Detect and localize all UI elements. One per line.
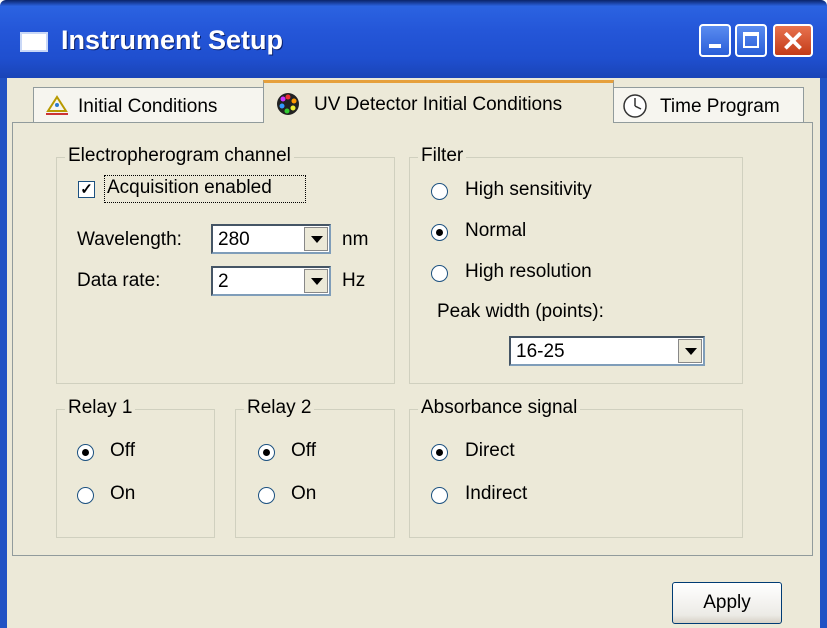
group-title: Filter (418, 145, 467, 167)
checkmark-icon: ✓ (80, 181, 93, 198)
focus-rectangle (104, 175, 306, 203)
window-frame: Initial Conditions UV Detector Initial C… (0, 78, 827, 628)
radio-indirect[interactable] (431, 487, 448, 504)
chevron-down-icon[interactable] (304, 227, 328, 251)
close-icon: ✕ (781, 26, 805, 57)
radio-label-normal[interactable]: Normal (465, 220, 526, 242)
chevron-down-icon[interactable] (304, 269, 328, 293)
radio-selected-dot (436, 449, 443, 456)
acquisition-enabled-checkbox[interactable]: ✓ (78, 181, 95, 198)
radio-label-direct[interactable]: Direct (465, 440, 515, 462)
title-bar[interactable]: Instrument Setup ✕ (0, 0, 827, 78)
relay-2-radio-on[interactable] (258, 487, 275, 504)
radio-high-resolution[interactable] (431, 265, 448, 282)
tab-time-program[interactable]: Time Program (613, 87, 804, 122)
tab-label: Initial Conditions (78, 96, 218, 117)
wavelength-combobox[interactable]: 280 (211, 224, 331, 254)
tab-label: UV Detector Initial Conditions (314, 94, 563, 115)
window-title: Instrument Setup (61, 25, 284, 55)
data-rate-unit: Hz (342, 270, 366, 291)
radio-direct[interactable] (431, 444, 448, 461)
peak-width-combobox[interactable]: 16-25 (509, 336, 705, 366)
peak-width-value: 16-25 (516, 341, 565, 362)
relay-2-group: Relay 2 Off On (235, 397, 395, 538)
minimize-button[interactable] (699, 24, 731, 57)
radio-high-sensitivity[interactable] (431, 183, 448, 200)
close-button[interactable]: ✕ (773, 24, 813, 57)
tab-panel: Electropherogram channel ✓ Acquisition e… (12, 122, 813, 556)
data-rate-combobox[interactable]: 2 (211, 266, 331, 296)
relay-2-label-on[interactable]: On (291, 483, 316, 505)
relay-2-radio-off[interactable] (258, 444, 275, 461)
data-rate-value: 2 (218, 271, 229, 292)
chevron-down-icon[interactable] (678, 339, 702, 363)
maximize-icon (743, 32, 759, 48)
relay-1-group: Relay 1 Off On (56, 397, 215, 538)
peak-width-label: Peak width (points): (437, 301, 604, 322)
absorbance-signal-group: Absorbance signal Direct Indirect (409, 397, 743, 538)
group-title: Absorbance signal (418, 397, 581, 419)
maximize-button[interactable] (735, 24, 767, 57)
data-rate-label: Data rate: (77, 270, 161, 291)
initial-conditions-icon (46, 95, 68, 115)
radio-label-high-resolution[interactable]: High resolution (465, 261, 592, 283)
tab-uv-detector-initial-conditions[interactable]: UV Detector Initial Conditions (263, 80, 614, 123)
instrument-setup-window: Instrument Setup ✕ Initial Conditions UV… (0, 0, 827, 628)
radio-label-indirect[interactable]: Indirect (465, 483, 527, 505)
relay-1-radio-on[interactable] (77, 487, 94, 504)
relay-1-radio-off[interactable] (77, 444, 94, 461)
apply-button[interactable]: Apply (672, 582, 782, 624)
radio-selected-dot (82, 449, 89, 456)
tab-label: Time Program (660, 96, 780, 117)
radio-selected-dot (263, 449, 270, 456)
relay-1-label-off[interactable]: Off (110, 440, 135, 462)
tab-initial-conditions[interactable]: Initial Conditions (33, 87, 264, 122)
group-title: Relay 1 (65, 397, 136, 419)
relay-2-label-off[interactable]: Off (291, 440, 316, 462)
wavelength-label: Wavelength: (77, 229, 182, 250)
window-client-area: Initial Conditions UV Detector Initial C… (7, 78, 820, 628)
uv-detector-icon (277, 93, 299, 115)
wavelength-unit: nm (342, 229, 369, 250)
minimize-icon (709, 44, 721, 48)
wavelength-value: 280 (218, 229, 250, 250)
group-title: Electropherogram channel (65, 145, 294, 167)
clock-icon (623, 94, 647, 118)
window-icon (20, 32, 48, 52)
filter-group: Filter High sensitivity Normal High reso… (409, 145, 743, 384)
radio-normal[interactable] (431, 224, 448, 241)
radio-label-high-sensitivity[interactable]: High sensitivity (465, 179, 592, 201)
group-title: Relay 2 (244, 397, 315, 419)
radio-selected-dot (436, 229, 443, 236)
electropherogram-channel-group: Electropherogram channel ✓ Acquisition e… (56, 145, 395, 384)
relay-1-label-on[interactable]: On (110, 483, 135, 505)
